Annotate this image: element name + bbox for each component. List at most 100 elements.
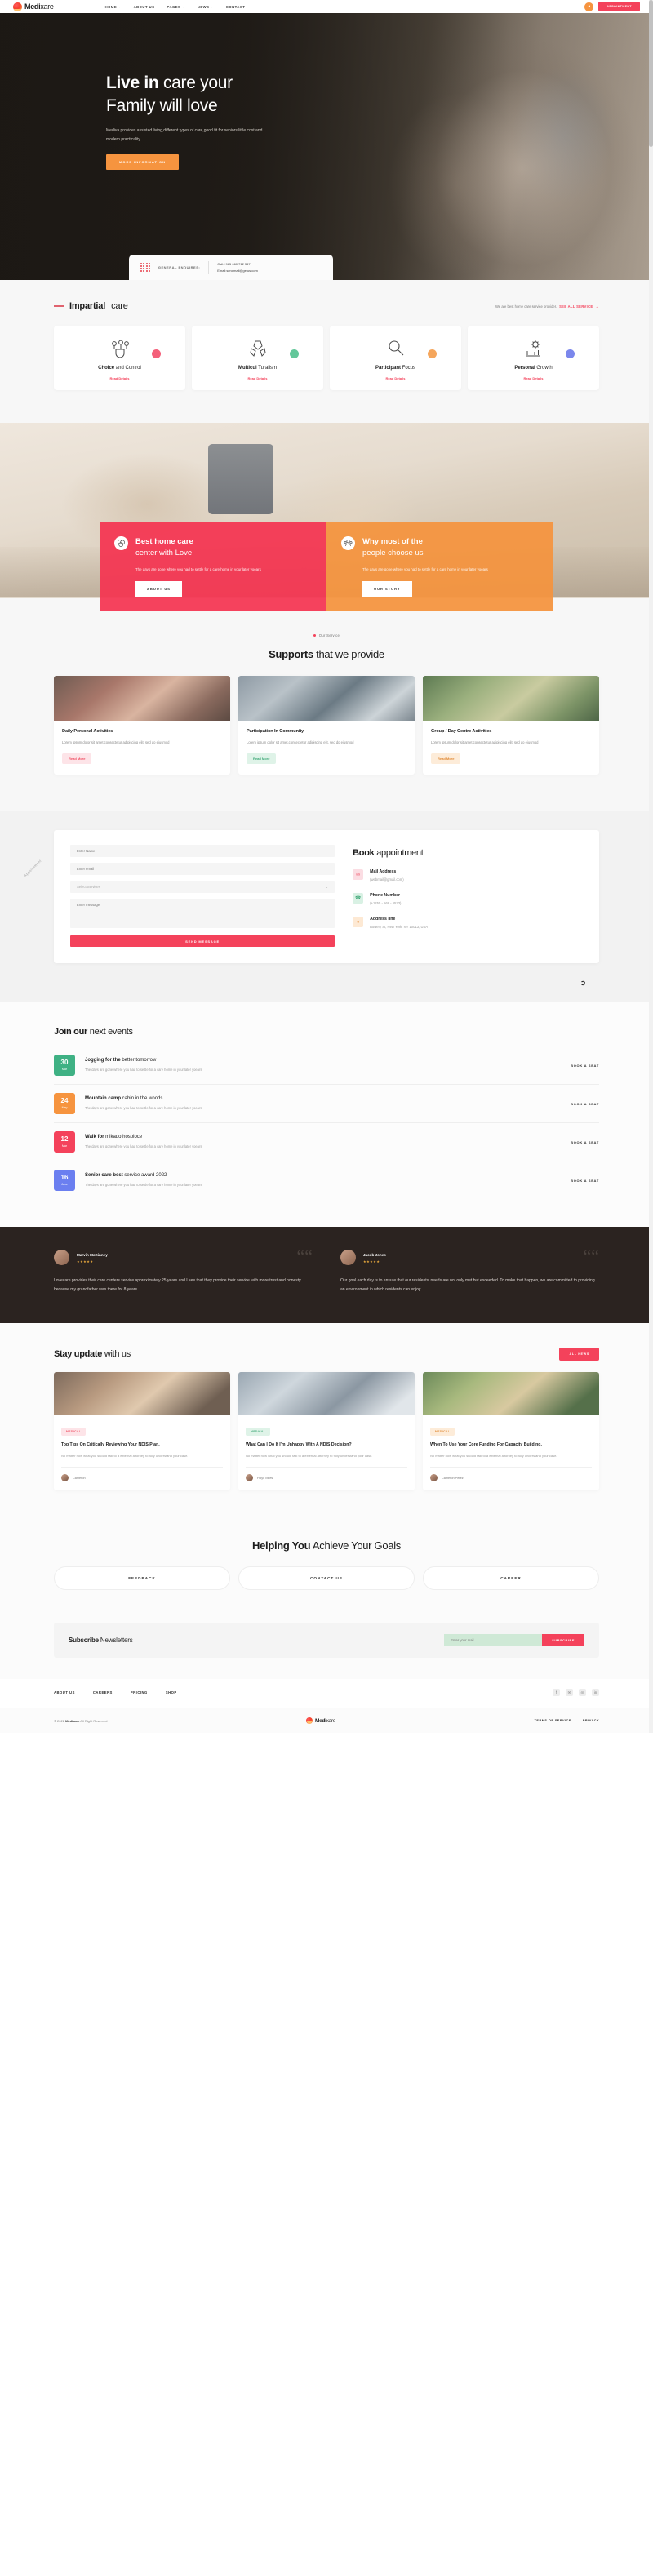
enquiries-email[interactable]: Email:sendmail@getus.com <box>217 268 258 274</box>
read-more-button[interactable]: Read More <box>431 753 461 765</box>
ndis-plan-photo <box>54 1372 230 1415</box>
impartial-subtext: We are best home care service provider. <box>495 304 557 309</box>
footer-link-pricing[interactable]: PRICING <box>131 1690 148 1694</box>
our-story-button[interactable]: OUR STORY <box>362 581 412 597</box>
footer-brand-logo[interactable]: Medixare <box>305 1717 335 1725</box>
feedback-button[interactable]: FEEDBACK <box>54 1566 230 1591</box>
nav-item-home[interactable]: HOME ⌄ <box>105 5 122 9</box>
linkedin-icon[interactable]: in <box>592 1689 599 1697</box>
subscribe-button[interactable]: SUBSCRIBE <box>542 1634 584 1647</box>
book-a-seat-button[interactable]: BOOK A SEAT <box>571 1140 599 1144</box>
appointment-button[interactable]: APPOINTMENT <box>598 2 640 11</box>
info-value[interactable]: (webmail@gmail.com) <box>370 877 403 882</box>
book-a-seat-button[interactable]: BOOK A SEAT <box>571 1102 599 1106</box>
event-month: Mar <box>61 1068 68 1072</box>
page-scrollbar[interactable] <box>649 0 653 1734</box>
blog-card-ndis-plan[interactable]: MEDICAL Top Tips On Critically Reviewing… <box>54 1372 230 1491</box>
mail-icon: ✉ <box>353 869 364 881</box>
user-icon[interactable]: ● <box>584 2 594 11</box>
info-value[interactable]: (+1255 - 568 - 6523) <box>370 901 401 905</box>
coins-icon <box>114 536 128 550</box>
footer-link-shop[interactable]: SHOP <box>166 1690 177 1694</box>
name-input[interactable] <box>70 845 335 858</box>
send-message-button[interactable]: SEND MESSAGE <box>70 935 335 948</box>
event-date-badge: 24 May <box>54 1093 75 1115</box>
logo-flame-icon <box>13 2 22 11</box>
service-card-title: Multicul Turalism <box>238 366 277 371</box>
info-row-phone: ☎ Phone Number (+1255 - 568 - 6523) <box>353 893 583 905</box>
event-row[interactable]: 30 Mar Jogging for the better tomorrow T… <box>54 1046 599 1086</box>
service-select[interactable]: Select Services ⌄ <box>70 881 335 894</box>
blog-card-ndis-decision[interactable]: MEDICAL What Can I Do If I'm Unhappy Wit… <box>238 1372 415 1491</box>
support-card-daily-personal-activities[interactable]: Daily Personal Activities Lorem ipsum do… <box>54 676 230 775</box>
impartial-header: Impartial care We are best home care ser… <box>0 301 653 311</box>
banner-header: Best home care center with Love <box>114 536 312 559</box>
terms-of-service-link[interactable]: TERMS OF SERVICE <box>535 1719 571 1722</box>
footer-legal-links: TERMS OF SERVICE PRIVACY <box>535 1719 599 1722</box>
read-details-link[interactable]: Read Details <box>198 376 317 380</box>
nav-item-contact[interactable]: CONTACT <box>226 5 246 9</box>
facebook-icon[interactable]: f <box>553 1689 560 1697</box>
message-input[interactable] <box>70 899 335 929</box>
read-details-link[interactable]: Read Details <box>474 376 593 380</box>
day-centre-photo <box>423 676 599 721</box>
read-details-link[interactable]: Read Details <box>60 376 179 380</box>
all-news-button[interactable]: ALL NEWS <box>559 1348 599 1361</box>
privacy-link[interactable]: PRIVACY <box>583 1719 599 1722</box>
event-day: 12 <box>60 1135 69 1144</box>
contact-us-button[interactable]: CONTACT US <box>238 1566 415 1591</box>
about-us-button[interactable]: ABOUT US <box>135 581 182 597</box>
events-section: Join our next events 30 Mar Jogging for … <box>0 1002 653 1228</box>
career-button[interactable]: CAREER <box>423 1566 599 1591</box>
blog-card-capacity-building[interactable]: MEDICAL When To Use Your Core Funding Fo… <box>423 1372 599 1491</box>
read-more-button[interactable]: Read More <box>247 753 277 765</box>
feature-banners: Best home care center with Love The days… <box>100 522 553 612</box>
scrollbar-thumb[interactable] <box>649 0 653 147</box>
see-all-service-link[interactable]: SEE ALL SERVICE <box>559 304 593 309</box>
events-title: Join our next events <box>54 1027 133 1037</box>
book-a-seat-button[interactable]: BOOK A SEAT <box>571 1179 599 1183</box>
nav-item-about[interactable]: ABOUT US <box>134 5 155 9</box>
author-name: Floyd Miles <box>257 1476 273 1480</box>
arrow-right-icon: → <box>595 304 600 309</box>
group-dining-photo <box>54 676 230 721</box>
nav-item-pages[interactable]: PAGES ⌄ <box>167 5 185 9</box>
avatar <box>246 1474 253 1482</box>
blog-card-title[interactable]: Top Tips On Critically Reviewing Your ND… <box>61 1441 223 1448</box>
read-more-button[interactable]: Read More <box>62 753 92 765</box>
footer-link-careers[interactable]: CAREERS <box>93 1690 113 1694</box>
service-card-personal-growth[interactable]: Personal Growth Read Details <box>468 326 599 390</box>
enquiries-phone[interactable]: Call:+985 060 712 347 <box>217 261 258 268</box>
service-card-multiculturalism[interactable]: Multicul Turalism Read Details <box>192 326 323 390</box>
banner-title: Why most of the people choose us <box>362 537 424 557</box>
rating-stars: ★★★★★ <box>77 1259 94 1264</box>
event-row[interactable]: 16 June Senior care best service award 2… <box>54 1161 599 1199</box>
nav-item-news[interactable]: NEWS ⌄ <box>198 5 214 9</box>
blog-card-title[interactable]: What Can I Do If I'm Unhappy With A NDIS… <box>246 1441 407 1448</box>
more-information-button[interactable]: MORE INFORMATION <box>106 154 180 171</box>
instagram-icon[interactable]: ◎ <box>579 1689 586 1697</box>
goals-buttons: FEEDBACK CONTACT US CAREER <box>0 1552 653 1591</box>
event-row[interactable]: 12 Mar Walk for mikado hospioce The days… <box>54 1123 599 1162</box>
capacity-building-photo <box>423 1372 599 1415</box>
support-card-text: Lorem ipsum dolor sit amet,consectetur a… <box>431 740 539 744</box>
book-a-seat-button[interactable]: BOOK A SEAT <box>571 1064 599 1068</box>
footer-bar: © 2022 Medixare All Right Reserved Medix… <box>0 1708 653 1734</box>
event-month: Mar <box>61 1144 68 1148</box>
twitter-icon[interactable]: ✉ <box>566 1689 573 1697</box>
email-input[interactable] <box>70 863 335 876</box>
service-card-participant-focus[interactable]: Participant Focus Read Details <box>330 326 461 390</box>
footer-link-about-us[interactable]: ABOUT US <box>54 1690 75 1694</box>
subscribe-email-input[interactable] <box>444 1634 543 1647</box>
brand-logo[interactable]: Medixare <box>13 2 54 11</box>
banner-paragraph: The days are gone where you had to settl… <box>135 566 261 571</box>
read-details-link[interactable]: Read Details <box>336 376 455 380</box>
service-card-choice-and-control[interactable]: Choice and Control Read Details <box>54 326 185 390</box>
service-card-title: Choice and Control <box>98 366 141 371</box>
event-row[interactable]: 24 May Mountain camp cabin in the woods … <box>54 1085 599 1124</box>
blog-header: Stay update with us ALL NEWS <box>0 1348 653 1361</box>
social-links: f ✉ ◎ in <box>553 1689 599 1697</box>
support-card-participation-in-community[interactable]: Participation In Community Lorem ipsum d… <box>238 676 415 775</box>
blog-card-title[interactable]: When To Use Your Core Funding For Capaci… <box>430 1441 592 1448</box>
support-card-group-day-centre-activities[interactable]: Group / Day Centre Activities Lorem ipsu… <box>423 676 599 775</box>
